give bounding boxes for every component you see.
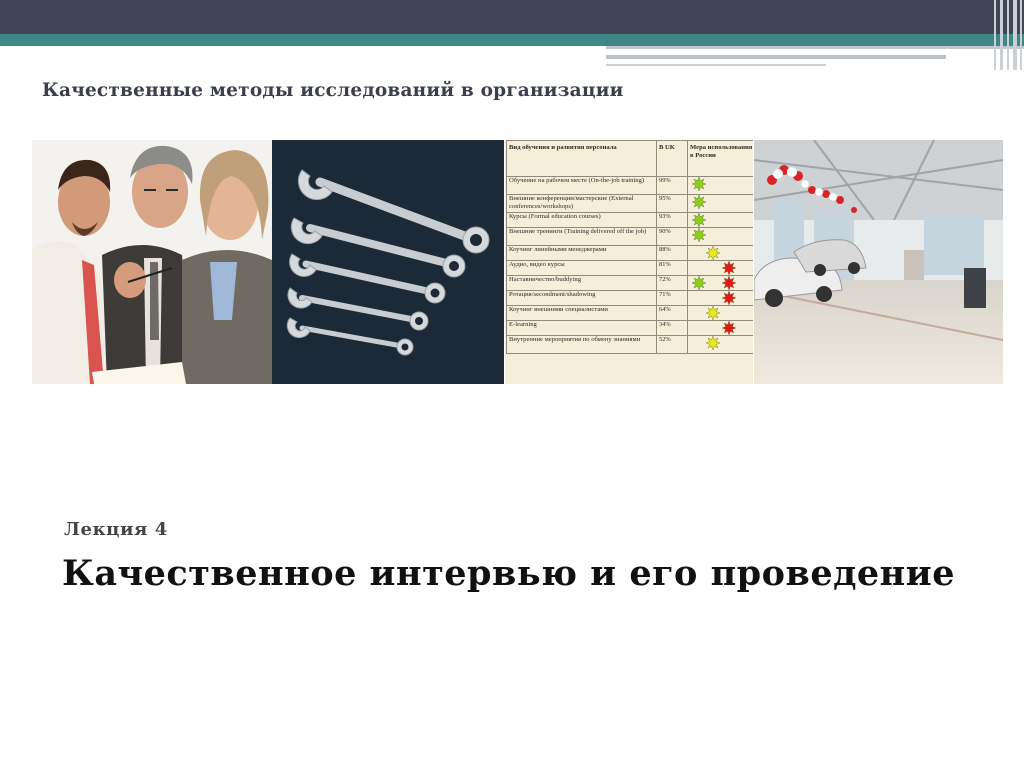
table-row: Наставничество/buddying 72% bbox=[506, 275, 753, 291]
rating-star-icon bbox=[722, 276, 736, 290]
training-type-cell: Курсы (Formal education courses) bbox=[506, 212, 657, 228]
header-teal-bar bbox=[0, 34, 1024, 46]
training-type-cell: Внешние конференции/мастерские (External… bbox=[506, 194, 657, 213]
training-type-cell: Наставничество/buddying bbox=[506, 275, 657, 291]
business-people-photo bbox=[32, 140, 272, 384]
training-type-cell: Коучинг линейными менеджерами bbox=[506, 245, 657, 261]
header-accent-line bbox=[606, 64, 826, 66]
training-type-cell: Аудио, видео курсы bbox=[506, 260, 657, 276]
uk-percent-cell: 99% bbox=[656, 176, 688, 195]
uk-percent-cell: 88% bbox=[656, 245, 688, 261]
rating-star-icon bbox=[692, 213, 706, 227]
training-table: Вид обучения и развития персонала В UK М… bbox=[506, 140, 753, 354]
training-type-cell: Внешние тренинги (Training delivered off… bbox=[506, 227, 657, 246]
table-row: Внутренние мероприятия по обмену знаниям… bbox=[506, 335, 753, 354]
training-type-cell: E-learning bbox=[506, 320, 657, 336]
uk-percent-cell: 34% bbox=[656, 320, 688, 336]
russia-usage-cell bbox=[687, 275, 753, 291]
rating-star-icon bbox=[692, 276, 706, 290]
rating-star-icon bbox=[692, 195, 706, 209]
russia-usage-cell bbox=[687, 176, 753, 195]
russia-usage-cell bbox=[687, 305, 753, 321]
rating-star-icon bbox=[692, 177, 706, 191]
training-type-cell: Коучинг внешними специалистами bbox=[506, 305, 657, 321]
table-header-russia: Мера использования в России bbox=[687, 140, 753, 177]
russia-usage-cell bbox=[687, 260, 753, 276]
uk-percent-cell: 52% bbox=[656, 335, 688, 354]
russia-usage-cell bbox=[687, 335, 753, 354]
rating-star-icon bbox=[692, 228, 706, 242]
training-type-cell: Внутренние мероприятия по обмену знаниям… bbox=[506, 335, 657, 354]
rating-star-icon bbox=[706, 306, 720, 320]
car-showroom-photo bbox=[754, 140, 1003, 384]
uk-percent-cell: 90% bbox=[656, 227, 688, 246]
russia-usage-cell bbox=[687, 194, 753, 213]
training-type-cell: Обучение на рабочем месте (On-the-job tr… bbox=[506, 176, 657, 195]
table-row: E-learning 34% bbox=[506, 320, 753, 336]
slide-title: Качественное интервью и его проведение bbox=[62, 553, 956, 594]
rating-star-icon bbox=[722, 321, 736, 335]
table-row: Внешние конференции/мастерские (External… bbox=[506, 194, 753, 213]
uk-percent-cell: 95% bbox=[656, 194, 688, 213]
uk-percent-cell: 71% bbox=[656, 290, 688, 306]
header-corner-stripes bbox=[990, 0, 1024, 70]
table-row: Коучинг внешними специалистами 64% bbox=[506, 305, 753, 321]
russia-usage-cell bbox=[687, 212, 753, 228]
table-header-uk: В UK bbox=[656, 140, 688, 177]
russia-usage-cell bbox=[687, 227, 753, 246]
table-row: Коучинг линейными менеджерами 88% bbox=[506, 245, 753, 261]
header-accent-line bbox=[606, 46, 1024, 49]
slide-subtitle: Качественные методы исследований в орган… bbox=[42, 80, 624, 101]
table-row: Аудио, видео курсы 81% bbox=[506, 260, 753, 276]
rating-star-icon bbox=[706, 246, 720, 260]
table-row: Курсы (Formal education courses) 93% bbox=[506, 212, 753, 228]
table-row: Ротация/secondment/shadowing 71% bbox=[506, 290, 753, 306]
uk-percent-cell: 72% bbox=[656, 275, 688, 291]
table-header-row: Вид обучения и развития персонала В UK М… bbox=[506, 140, 753, 177]
lecture-number: Лекция 4 bbox=[64, 519, 168, 540]
header-accent-line bbox=[606, 55, 946, 59]
rating-star-icon bbox=[722, 291, 736, 305]
uk-percent-cell: 81% bbox=[656, 260, 688, 276]
training-table-image: Вид обучения и развития персонала В UK М… bbox=[505, 140, 753, 384]
training-type-cell: Ротация/secondment/shadowing bbox=[506, 290, 657, 306]
rating-star-icon bbox=[706, 336, 720, 350]
rating-star-icon bbox=[722, 261, 736, 275]
uk-percent-cell: 64% bbox=[656, 305, 688, 321]
table-row: Обучение на рабочем месте (On-the-job tr… bbox=[506, 176, 753, 195]
table-header-type: Вид обучения и развития персонала bbox=[506, 140, 657, 177]
russia-usage-cell bbox=[687, 245, 753, 261]
table-row: Внешние тренинги (Training delivered off… bbox=[506, 227, 753, 246]
uk-percent-cell: 93% bbox=[656, 212, 688, 228]
russia-usage-cell bbox=[687, 320, 753, 336]
header-dark-bar bbox=[0, 0, 1024, 34]
wrench-set-photo bbox=[272, 140, 504, 384]
russia-usage-cell bbox=[687, 290, 753, 306]
